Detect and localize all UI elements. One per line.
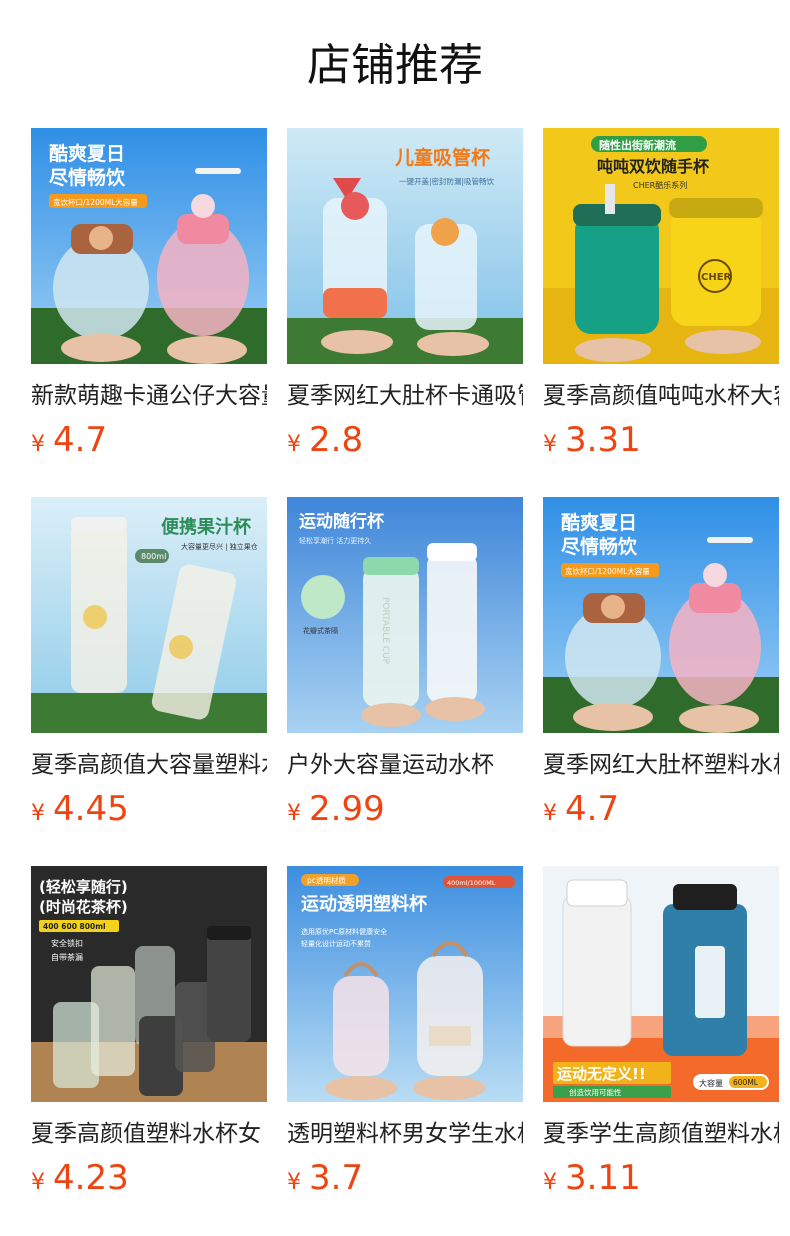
product-name[interactable]: 夏季网红大肚杯塑料水杯 (543, 749, 779, 781)
product-image[interactable]: 儿童吸管杯 一键开盖|密封防漏|吸管畅饮 (287, 128, 523, 364)
svg-text:自带茶漏: 自带茶漏 (51, 952, 83, 962)
product-card[interactable]: 酷爽夏日 尽情畅饮 宽饮杯口/1200ML大容量 夏季网红大肚杯塑料水杯 ¥ 4… (543, 497, 779, 866)
svg-text:PORTABLE CUP: PORTABLE CUP (380, 597, 390, 665)
product-grid: 酷爽夏日 尽情畅饮 宽饮杯口/1200ML大容量 新款萌趣卡通公仔大容量塑料杯 (31, 128, 779, 1235)
product-name[interactable]: 户外大容量运动水杯 (287, 749, 523, 781)
currency-symbol: ¥ (287, 1170, 301, 1195)
product-price: ¥4.7 (31, 418, 267, 462)
currency-symbol: ¥ (31, 1170, 45, 1195)
product-name[interactable]: 夏季高颜值大容量塑料水杯 (31, 749, 267, 781)
svg-text:运动无定义!!: 运动无定义!! (557, 1065, 646, 1083)
currency-symbol: ¥ (287, 801, 301, 826)
water-bottle-icon: 酷爽夏日 尽情畅饮 宽饮杯口/1200ML大容量 (31, 128, 267, 364)
currency-symbol: ¥ (31, 432, 45, 457)
water-bottle-icon: 运动随行杯 轻松享潮行 活力更持久 花瓣式茶隔 PORTABLE CUP (287, 497, 523, 733)
product-name[interactable]: 夏季网红大肚杯卡通吸管杯 (287, 380, 523, 412)
svg-text:大容量更尽兴 | 独立果仓: 大容量更尽兴 | 独立果仓 (181, 542, 258, 551)
price-amount: 2.99 (309, 789, 385, 829)
svg-text:轻量化设计运动不累赘: 轻量化设计运动不累赘 (301, 939, 371, 948)
svg-text:400ml/1000ML: 400ml/1000ML (447, 879, 496, 887)
svg-text:创造饮用可能性: 创造饮用可能性 (569, 1087, 622, 1097)
product-image[interactable]: 酷爽夏日 尽情畅饮 宽饮杯口/1200ML大容量 (543, 497, 779, 733)
product-price: ¥4.7 (543, 787, 779, 831)
svg-text:pc透明材质: pc透明材质 (307, 875, 346, 885)
svg-text:酷爽夏日: 酷爽夏日 (49, 142, 125, 165)
currency-symbol: ¥ (543, 432, 557, 457)
svg-text:CHER: CHER (701, 272, 732, 283)
product-price: ¥3.31 (543, 418, 779, 462)
product-card[interactable]: 儿童吸管杯 一键开盖|密封防漏|吸管畅饮 夏季网红大肚杯卡通吸管杯 ¥2.8 (287, 128, 523, 497)
product-name[interactable]: 新款萌趣卡通公仔大容量塑料杯 (31, 380, 267, 412)
water-bottle-icon: (轻松享随行) (时尚花茶杯) 400 600 800ml 安全锁扣 自带茶漏 (31, 866, 267, 1102)
page-title: 店铺推荐 (307, 40, 483, 91)
product-image[interactable]: 酷爽夏日 尽情畅饮 宽饮杯口/1200ML大容量 (31, 128, 267, 364)
product-price: ¥3.11 (543, 1156, 779, 1200)
svg-text:宽饮杯口/1200ML大容量: 宽饮杯口/1200ML大容量 (565, 566, 650, 576)
product-card[interactable]: pc透明材质 400ml/1000ML 运动透明塑料杯 选用原优PC原材料健康安… (287, 866, 523, 1235)
price-amount: 3.31 (565, 420, 641, 460)
water-bottle-icon: 儿童吸管杯 一键开盖|密封防漏|吸管畅饮 (287, 128, 523, 364)
product-card[interactable]: 运动无定义!! 创造饮用可能性 大容量 600ML 夏季学生高颜值塑料水杯 ¥3… (543, 866, 779, 1235)
water-bottle-icon: 酷爽夏日 尽情畅饮 宽饮杯口/1200ML大容量 (543, 497, 779, 733)
shop-recommend-page: 店铺推荐 酷爽夏日 尽情畅饮 宽饮杯口/1200ML大容量 新款萌趣卡通公仔大容… (0, 0, 790, 1236)
svg-text:400 600 800ml: 400 600 800ml (43, 922, 106, 931)
product-name[interactable]: 透明塑料杯男女学生水杯 (287, 1118, 523, 1150)
product-image[interactable]: (轻松享随行) (时尚花茶杯) 400 600 800ml 安全锁扣 自带茶漏 (31, 866, 267, 1102)
svg-text:吨吨双饮随手杯: 吨吨双饮随手杯 (597, 157, 710, 176)
svg-text:儿童吸管杯: 儿童吸管杯 (394, 146, 490, 169)
product-name[interactable]: 夏季学生高颜值塑料水杯 (543, 1118, 779, 1150)
product-card[interactable]: (轻松享随行) (时尚花茶杯) 400 600 800ml 安全锁扣 自带茶漏 … (31, 866, 267, 1235)
svg-text:随性出街新潮流: 随性出街新潮流 (599, 138, 676, 152)
product-card[interactable]: 随性出街新潮流 吨吨双饮随手杯 CHER酷乐系列 CHER 夏季高颜值吨吨水杯大… (543, 128, 779, 497)
price-amount: 4.7 (565, 789, 620, 829)
svg-text:便携果汁杯: 便携果汁杯 (161, 516, 252, 538)
product-card[interactable]: 便携果汁杯 大容量更尽兴 | 独立果仓 800ml 夏季高颜值大容量塑料水杯 ¥… (31, 497, 267, 866)
product-price: ¥4.45 (31, 787, 267, 831)
water-bottle-icon: pc透明材质 400ml/1000ML 运动透明塑料杯 选用原优PC原材料健康安… (287, 866, 523, 1102)
product-image[interactable]: 随性出街新潮流 吨吨双饮随手杯 CHER酷乐系列 CHER (543, 128, 779, 364)
price-amount: 4.45 (53, 789, 129, 829)
product-image[interactable]: pc透明材质 400ml/1000ML 运动透明塑料杯 选用原优PC原材料健康安… (287, 866, 523, 1102)
price-amount: 4.23 (53, 1158, 129, 1198)
svg-text:酷爽夏日: 酷爽夏日 (561, 511, 637, 534)
svg-text:600ML: 600ML (733, 1078, 759, 1087)
svg-text:(轻松享随行): (轻松享随行) (39, 878, 128, 896)
currency-symbol: ¥ (31, 801, 45, 826)
svg-text:尽情畅饮: 尽情畅饮 (49, 166, 126, 189)
price-amount: 2.8 (309, 420, 364, 460)
svg-text:运动透明塑料杯: 运动透明塑料杯 (301, 893, 428, 915)
svg-text:安全锁扣: 安全锁扣 (51, 938, 83, 948)
product-card[interactable]: 酷爽夏日 尽情畅饮 宽饮杯口/1200ML大容量 新款萌趣卡通公仔大容量塑料杯 (31, 128, 267, 497)
product-price: ¥2.99 (287, 787, 523, 831)
svg-text:一键开盖|密封防漏|吸管畅饮: 一键开盖|密封防漏|吸管畅饮 (399, 176, 495, 186)
price-amount: 3.11 (565, 1158, 641, 1198)
water-bottle-icon: 随性出街新潮流 吨吨双饮随手杯 CHER酷乐系列 CHER (543, 128, 779, 364)
product-price: ¥2.8 (287, 418, 523, 462)
product-name[interactable]: 夏季高颜值塑料水杯女 (31, 1118, 267, 1150)
currency-symbol: ¥ (543, 1170, 557, 1195)
currency-symbol: ¥ (543, 801, 557, 826)
svg-text:尽情畅饮: 尽情畅饮 (561, 535, 638, 558)
svg-text:花瓣式茶隔: 花瓣式茶隔 (303, 626, 338, 635)
product-price: ¥3.7 (287, 1156, 523, 1200)
svg-text:运动随行杯: 运动随行杯 (299, 511, 384, 532)
svg-text:大容量: 大容量 (699, 1078, 723, 1088)
svg-text:(时尚花茶杯): (时尚花茶杯) (39, 898, 128, 916)
price-amount: 3.7 (309, 1158, 364, 1198)
product-card[interactable]: 运动随行杯 轻松享潮行 活力更持久 花瓣式茶隔 PORTABLE CUP 户外大… (287, 497, 523, 866)
product-name[interactable]: 夏季高颜值吨吨水杯大容量 (543, 380, 779, 412)
product-image[interactable]: 便携果汁杯 大容量更尽兴 | 独立果仓 800ml (31, 497, 267, 733)
price-amount: 4.7 (53, 420, 108, 460)
svg-text:CHER酷乐系列: CHER酷乐系列 (633, 180, 687, 190)
svg-text:800ml: 800ml (141, 552, 166, 561)
product-price: ¥4.23 (31, 1156, 267, 1200)
product-image[interactable]: 运动随行杯 轻松享潮行 活力更持久 花瓣式茶隔 PORTABLE CUP (287, 497, 523, 733)
water-bottle-icon: 运动无定义!! 创造饮用可能性 大容量 600ML (543, 866, 779, 1102)
svg-text:轻松享潮行 活力更持久: 轻松享潮行 活力更持久 (299, 536, 371, 545)
product-image[interactable]: 运动无定义!! 创造饮用可能性 大容量 600ML (543, 866, 779, 1102)
currency-symbol: ¥ (287, 432, 301, 457)
water-bottle-icon: 便携果汁杯 大容量更尽兴 | 独立果仓 800ml (31, 497, 267, 733)
svg-text:选用原优PC原材料健康安全: 选用原优PC原材料健康安全 (301, 927, 387, 936)
svg-text:宽饮杯口/1200ML大容量: 宽饮杯口/1200ML大容量 (53, 197, 138, 207)
